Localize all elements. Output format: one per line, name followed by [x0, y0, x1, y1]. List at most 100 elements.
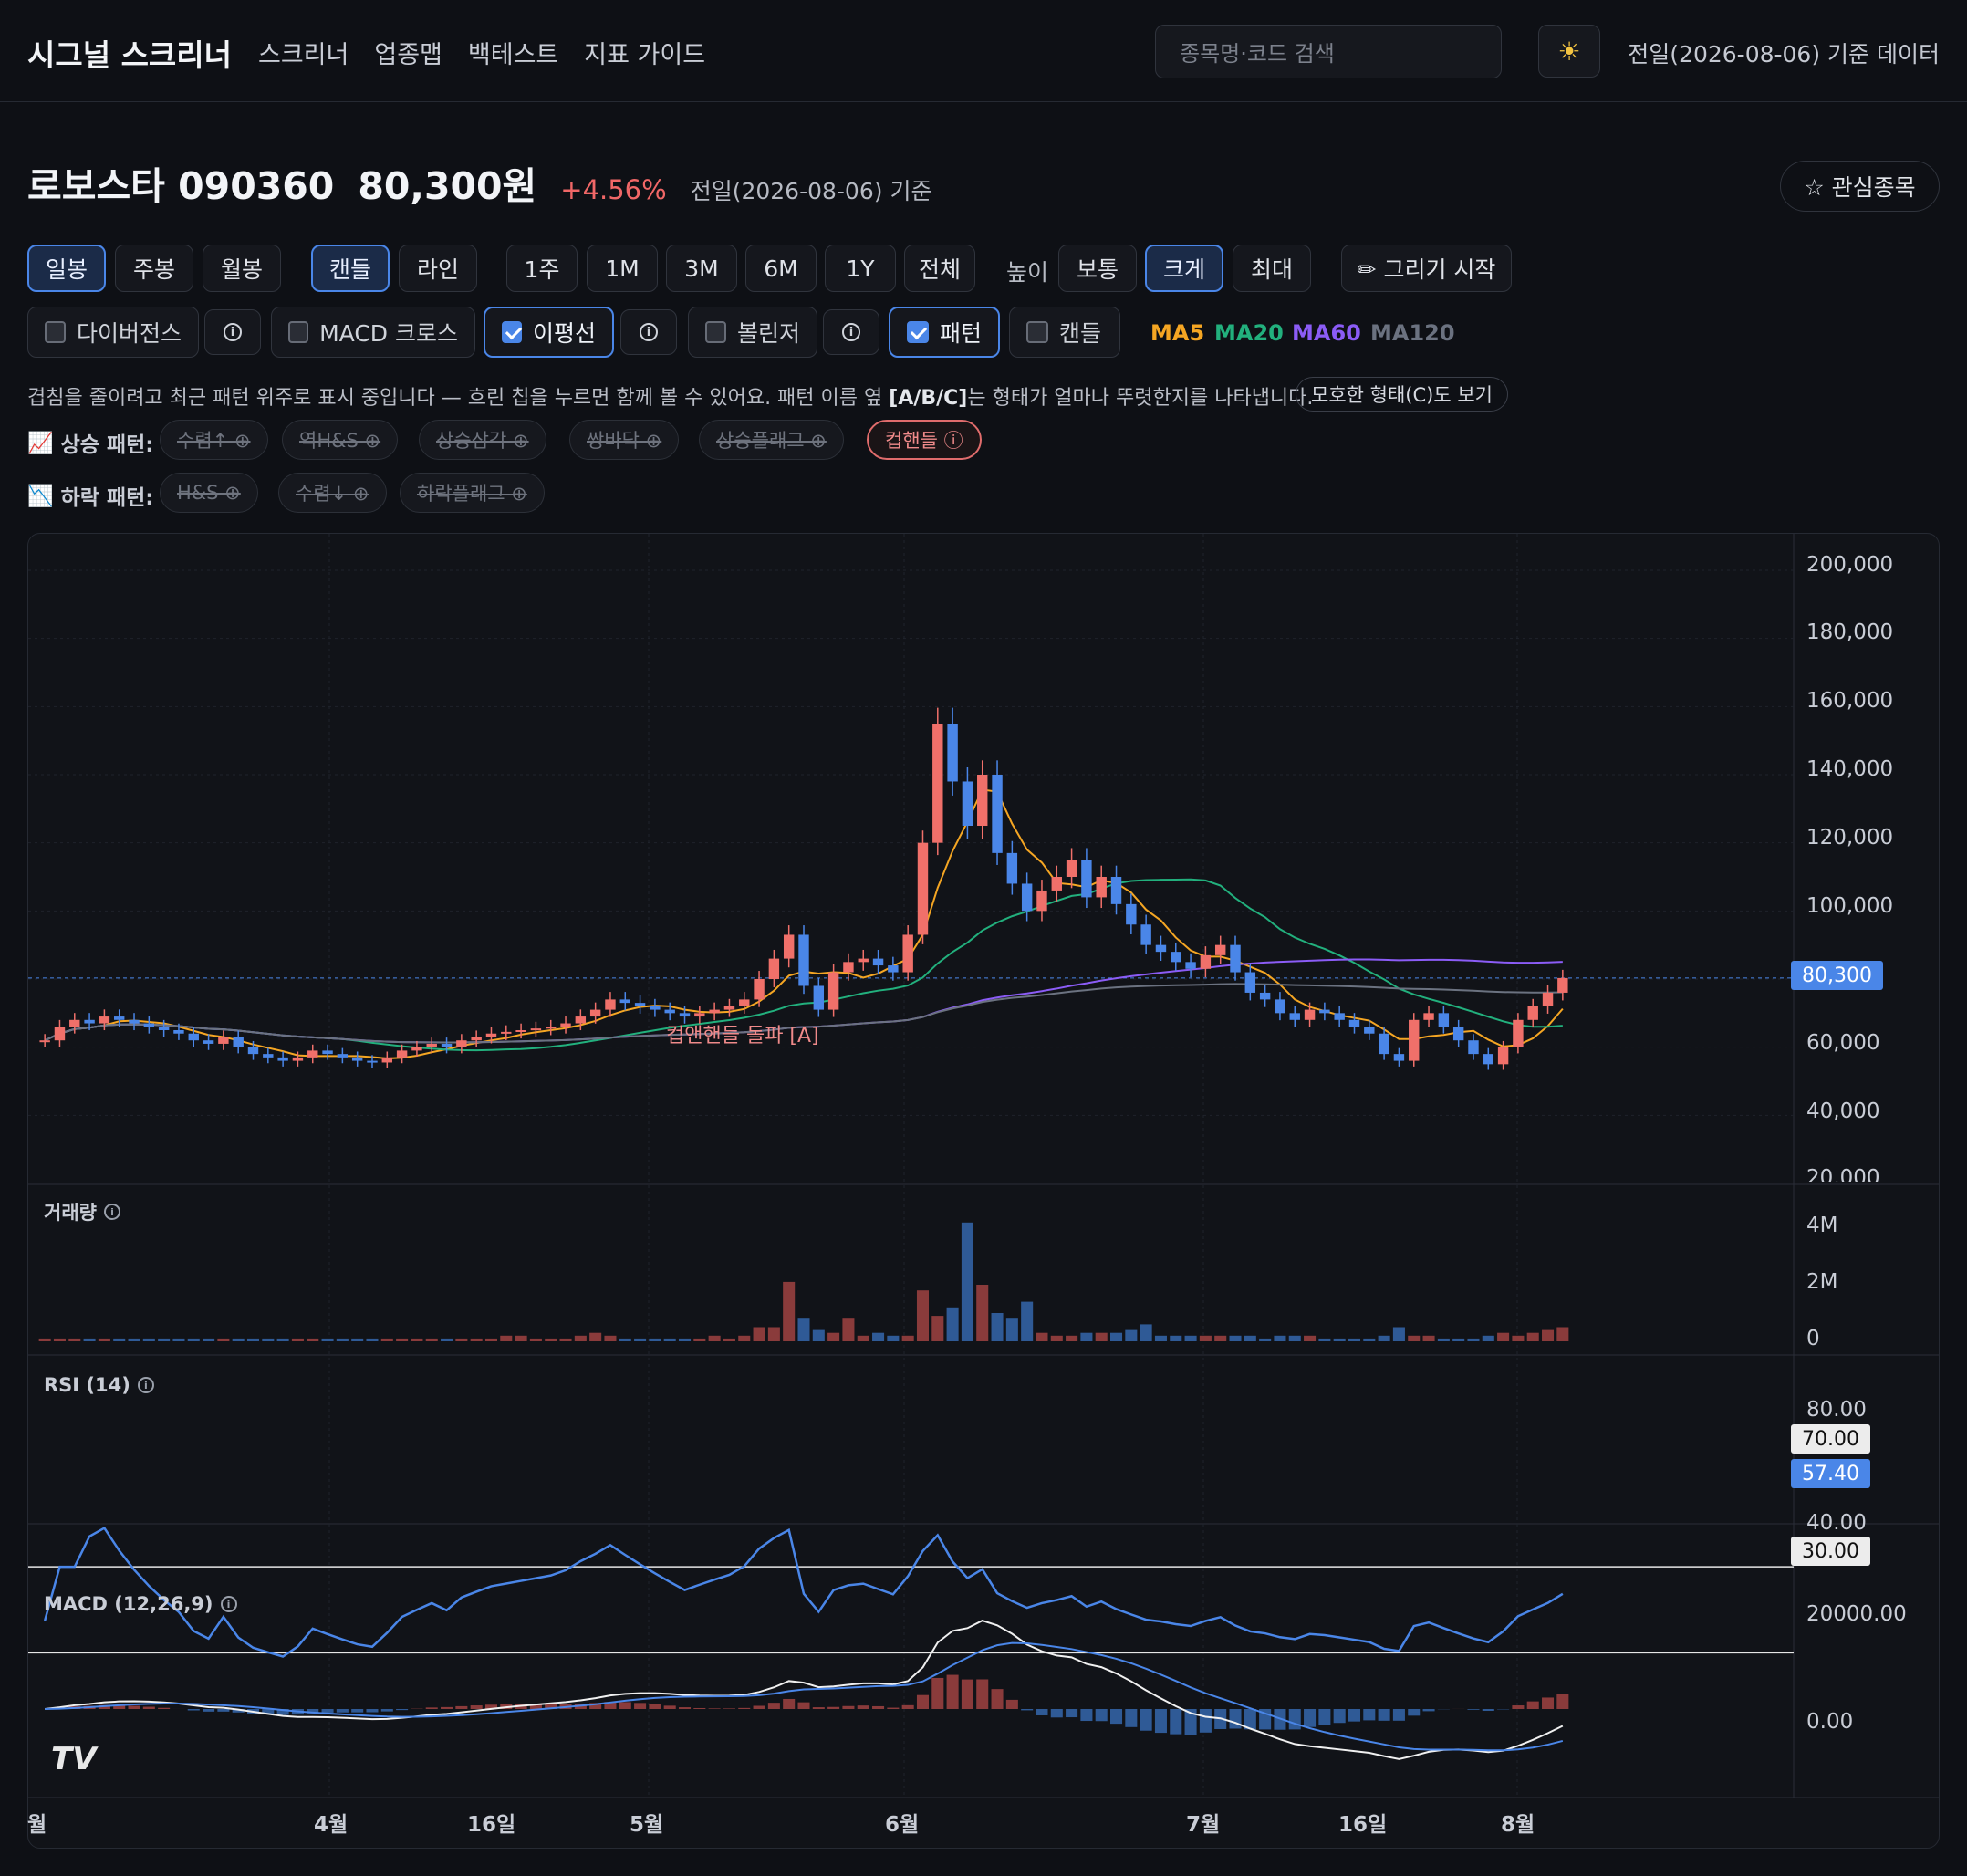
- style-candle-button[interactable]: 캔들: [311, 245, 390, 292]
- style-line-button[interactable]: 라인: [399, 245, 477, 292]
- macd-label-text: MACD (12,26,9): [44, 1593, 213, 1615]
- candle-body: [188, 1033, 199, 1041]
- divergence-toggle[interactable]: 다이버전스: [27, 307, 199, 358]
- range-1y-button[interactable]: 1Y: [825, 245, 896, 292]
- candle-body: [233, 1037, 244, 1047]
- macd-histogram-bar: [396, 1709, 409, 1711]
- divergence-info-button[interactable]: i: [204, 309, 261, 355]
- search-input[interactable]: 종목명·코드 검색: [1155, 25, 1502, 78]
- chip-bear-flag[interactable]: 하락플래그 ⊕: [400, 473, 545, 513]
- volume-bar: [1497, 1332, 1510, 1341]
- volume-bar: [1482, 1335, 1494, 1341]
- height-normal-button[interactable]: 보통: [1058, 245, 1137, 292]
- ma-lines-toggle[interactable]: 이평선: [484, 307, 614, 358]
- chip-double-bottom[interactable]: 쌍바닥 ⊕: [569, 420, 680, 460]
- macd-histogram-bar: [1170, 1709, 1182, 1735]
- volume-bar: [708, 1335, 721, 1341]
- period-monthly-button[interactable]: 월봉: [203, 245, 281, 292]
- nav-links: 스크리너 업종맵 백테스트 지표 가이드: [258, 35, 705, 70]
- nav-link-backtest[interactable]: 백테스트: [468, 35, 558, 70]
- candle-body: [1364, 1027, 1375, 1034]
- macd-histogram-bar: [887, 1707, 900, 1709]
- volume-bar: [619, 1338, 631, 1341]
- chip-bull-flag[interactable]: 상승플래그 ⊕: [699, 420, 844, 460]
- volume-bar: [991, 1313, 1004, 1341]
- volume-bar: [946, 1307, 959, 1341]
- candle-body: [1110, 877, 1122, 904]
- volume-bar: [1140, 1324, 1152, 1341]
- volume-bar: [1378, 1335, 1390, 1341]
- theme-toggle-button[interactable]: ☀: [1538, 25, 1600, 78]
- chart-container[interactable]: [27, 533, 1940, 1849]
- macd-histogram-bar: [961, 1679, 973, 1709]
- period-weekly-button[interactable]: 주봉: [115, 245, 193, 292]
- chip-cup-handle[interactable]: 컵핸들 ⓘ: [867, 420, 982, 460]
- pattern-toggle[interactable]: 패턴: [889, 307, 1000, 358]
- volume-bar: [441, 1338, 453, 1341]
- chip-hs[interactable]: H&S ⊕: [160, 473, 258, 513]
- brand-logo[interactable]: 시그널 스크리너: [27, 31, 232, 75]
- height-max-button[interactable]: 최대: [1233, 245, 1311, 292]
- x-axis-label: 5월: [630, 1813, 664, 1837]
- chip-ascending-triangle[interactable]: 상승삼각 ⊕: [419, 420, 546, 460]
- x-axis-label: 월: [27, 1813, 47, 1837]
- info-icon[interactable]: i: [220, 1596, 237, 1612]
- chip-converge-down[interactable]: 수렴↓ ⊕: [278, 473, 387, 513]
- candle-body: [203, 1040, 214, 1044]
- candle-pattern-label: 캔들: [1059, 320, 1102, 347]
- candle-body: [411, 1047, 422, 1051]
- rsi-panel-label: RSI (14) i: [44, 1374, 154, 1396]
- volume-bar: [425, 1338, 438, 1341]
- candle-body: [1126, 903, 1137, 925]
- info-icon[interactable]: i: [103, 1204, 120, 1220]
- candle-body: [1527, 1006, 1538, 1020]
- volume-bar: [827, 1332, 840, 1341]
- chip-inverse-hs[interactable]: 역H&S ⊕: [282, 420, 399, 460]
- show-ambiguous-button[interactable]: 모호한 형태(C)도 보기: [1296, 377, 1508, 412]
- candle-body: [962, 781, 973, 826]
- macd-histogram-bar: [857, 1705, 869, 1709]
- range-1w-button[interactable]: 1주: [506, 245, 578, 292]
- nav-link-indicator-guide[interactable]: 지표 가이드: [584, 35, 705, 70]
- price-axis-label: 120,000: [1806, 826, 1894, 849]
- height-large-button[interactable]: 크게: [1145, 245, 1223, 292]
- checkbox-icon: [45, 321, 66, 343]
- chip-converge-up[interactable]: 수렴↑ ⊕: [160, 420, 268, 460]
- macd-histogram-bar: [351, 1709, 364, 1713]
- candle-body: [1409, 1019, 1420, 1061]
- volume-bar: [1422, 1335, 1435, 1341]
- candle-body: [1513, 1019, 1524, 1047]
- range-3m-button[interactable]: 3M: [666, 245, 737, 292]
- macd-cross-toggle[interactable]: MACD 크로스: [271, 307, 475, 358]
- volume-bar: [128, 1338, 140, 1341]
- add-favorite-button[interactable]: ☆ 관심종목: [1780, 161, 1940, 212]
- volume-bar: [1005, 1318, 1018, 1341]
- candle-body: [1244, 972, 1256, 993]
- candle-body: [872, 958, 884, 966]
- nav-link-screener[interactable]: 스크리너: [258, 35, 349, 70]
- candle-body: [1275, 999, 1285, 1014]
- volume-bar: [1184, 1335, 1197, 1341]
- range-6m-button[interactable]: 6M: [745, 245, 817, 292]
- bollinger-info-button[interactable]: i: [823, 309, 879, 355]
- info-icon[interactable]: i: [137, 1377, 154, 1393]
- draw-start-button[interactable]: ✏ 그리기 시작: [1341, 245, 1512, 292]
- period-daily-button[interactable]: 일봉: [27, 245, 106, 292]
- candle-pattern-toggle[interactable]: 캔들: [1009, 307, 1120, 358]
- volume-bar: [113, 1338, 126, 1341]
- macd-histogram-bar: [797, 1702, 810, 1709]
- volume-bar: [753, 1327, 765, 1341]
- macd-histogram-bar: [663, 1705, 676, 1709]
- nav-link-sector-map[interactable]: 업종맵: [374, 35, 442, 70]
- macd-panel-label: MACD (12,26,9) i: [44, 1593, 237, 1615]
- ma-info-button[interactable]: i: [620, 309, 677, 355]
- range-1m-button[interactable]: 1M: [587, 245, 658, 292]
- price-axis-label: 180,000: [1806, 620, 1894, 644]
- macd-histogram-bar: [649, 1704, 661, 1709]
- candle-body: [947, 724, 958, 782]
- macd-histogram-bar: [1080, 1709, 1093, 1722]
- candle-body: [1185, 962, 1196, 969]
- price-chart-svg[interactable]: [28, 534, 1940, 1849]
- bollinger-toggle[interactable]: 볼린저: [688, 307, 817, 358]
- range-all-button[interactable]: 전체: [904, 245, 975, 292]
